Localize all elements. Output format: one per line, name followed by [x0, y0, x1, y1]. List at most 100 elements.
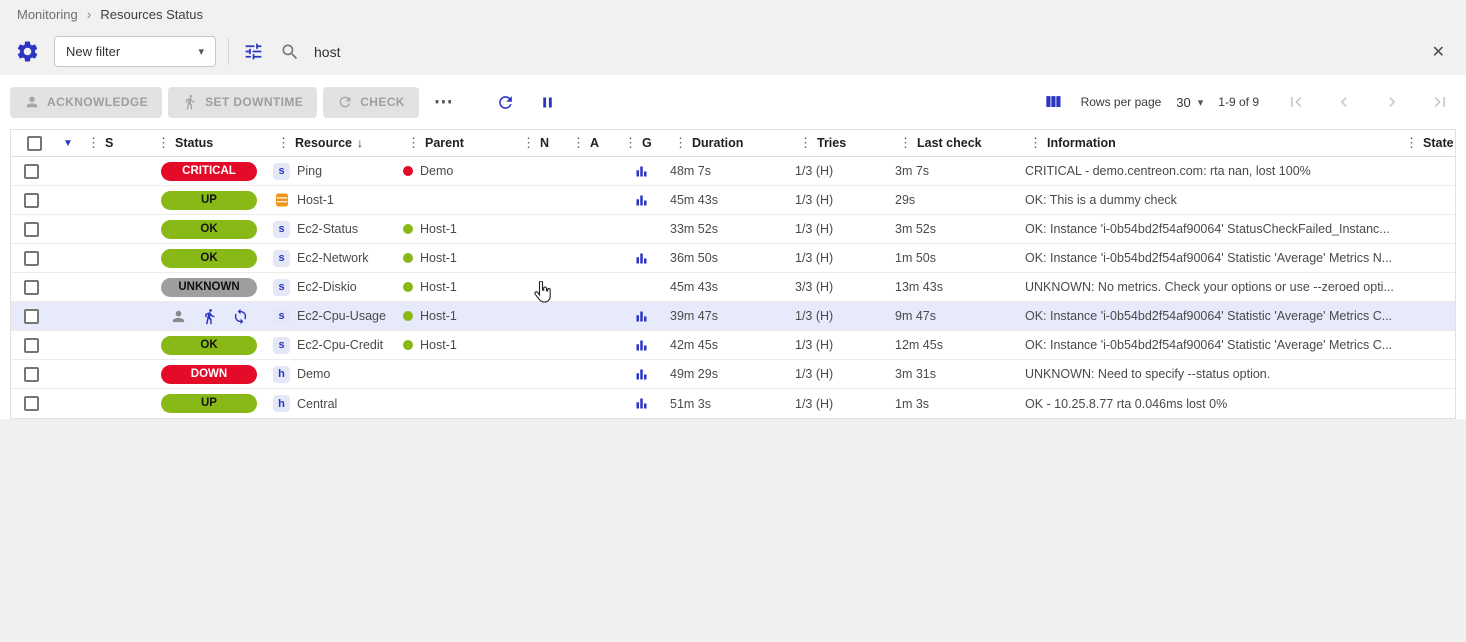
rows-per-page-select[interactable]: 30 ▾: [1176, 95, 1203, 110]
column-drag-handle-icon[interactable]: ⋮: [407, 135, 420, 151]
column-header-resource[interactable]: ⋮Resource↓: [269, 135, 399, 151]
select-all-checkbox[interactable]: [27, 136, 42, 151]
parent-name[interactable]: Host-1: [420, 280, 457, 294]
column-drag-handle-icon[interactable]: ⋮: [522, 135, 535, 151]
search-input[interactable]: [314, 37, 1420, 67]
downtime-icon[interactable]: [201, 308, 218, 325]
sort-desc-icon[interactable]: ↓: [357, 136, 363, 150]
row-checkbox[interactable]: [24, 396, 39, 411]
column-drag-handle-icon[interactable]: ⋮: [1029, 135, 1042, 151]
resource-name[interactable]: Central: [297, 397, 337, 411]
breadcrumb-resources-status[interactable]: Resources Status: [100, 7, 203, 22]
resource-name[interactable]: Ec2-Cpu-Usage: [297, 309, 386, 323]
column-header-duration[interactable]: ⋮Duration: [666, 135, 791, 151]
row-checkbox[interactable]: [24, 280, 39, 295]
row-checkbox[interactable]: [24, 367, 39, 382]
resource-name[interactable]: Demo: [297, 367, 330, 381]
resource-name[interactable]: Ec2-Status: [297, 222, 358, 236]
graph-icon[interactable]: [634, 338, 649, 353]
row-checkbox[interactable]: [24, 164, 39, 179]
check-button[interactable]: CHECK: [323, 87, 419, 118]
parent-name[interactable]: Host-1: [420, 338, 457, 352]
column-drag-handle-icon[interactable]: ⋮: [1405, 135, 1418, 151]
acknowledged-icon[interactable]: [170, 308, 187, 325]
clear-search-icon[interactable]: ✕: [1432, 42, 1445, 62]
table-row[interactable]: OK sEc2-Status Host-1 33m 52s 1/3 (H) 3m…: [11, 215, 1455, 244]
column-header-information[interactable]: ⋮ Information: [1021, 135, 1397, 151]
parent-name[interactable]: Host-1: [420, 222, 457, 236]
resource-name[interactable]: Ec2-Network: [297, 251, 369, 265]
gear-icon[interactable]: [13, 37, 42, 66]
table-row[interactable]: UP hCentral 51m 3s 1/3 (H) 1m 3s OK - 10…: [11, 389, 1455, 418]
column-header-last-check[interactable]: ⋮Last check: [891, 135, 1021, 151]
parent-name[interactable]: Demo: [420, 164, 453, 178]
graph-icon[interactable]: [634, 193, 649, 208]
table-row[interactable]: DOWN hDemo 49m 29s 1/3 (H) 3m 31s UNKNOW…: [11, 360, 1455, 389]
table-row[interactable]: OK sEc2-Cpu-Credit Host-1 42m 45s 1/3 (H…: [11, 331, 1455, 360]
row-checkbox[interactable]: [24, 222, 39, 237]
table-row[interactable]: OK sEc2-Network Host-1 36m 50s 1/3 (H) 1…: [11, 244, 1455, 273]
resource-name[interactable]: Ec2-Diskio: [297, 280, 357, 294]
resource-name[interactable]: Ec2-Cpu-Credit: [297, 338, 383, 352]
status-cell: OK: [149, 336, 269, 355]
acknowledge-button[interactable]: ACKNOWLEDGE: [10, 87, 162, 118]
column-drag-handle-icon[interactable]: ⋮: [799, 135, 812, 151]
previous-page-icon[interactable]: [1334, 92, 1354, 112]
columns-settings-icon[interactable]: [1040, 89, 1066, 115]
column-header-n[interactable]: ⋮N: [514, 135, 564, 151]
column-header-label: Parent: [425, 136, 464, 150]
row-checkbox[interactable]: [24, 251, 39, 266]
table-header-row: ▼ ⋮S⋮Status⋮Resource↓⋮Parent⋮N⋮A⋮G⋮Durat…: [11, 130, 1455, 157]
column-drag-handle-icon[interactable]: ⋮: [87, 135, 100, 151]
column-drag-handle-icon[interactable]: ⋮: [674, 135, 687, 151]
column-header-s[interactable]: ⋮S: [79, 135, 149, 151]
sync-icon[interactable]: [232, 308, 249, 325]
table-row[interactable]: UP Host-1 45m 43s 1/3 (H) 29s OK: This i…: [11, 186, 1455, 215]
tries-cell: 1/3 (H): [791, 222, 891, 236]
tries-cell: 1/3 (H): [791, 397, 891, 411]
resource-name[interactable]: Host-1: [297, 193, 334, 207]
row-checkbox[interactable]: [24, 193, 39, 208]
parent-name[interactable]: Host-1: [420, 309, 457, 323]
dropdown-caret-icon[interactable]: ▼: [63, 138, 73, 149]
first-page-icon[interactable]: [1286, 92, 1306, 112]
column-drag-handle-icon[interactable]: ⋮: [572, 135, 585, 151]
column-drag-handle-icon[interactable]: ⋮: [277, 135, 290, 151]
next-page-icon[interactable]: [1382, 92, 1402, 112]
row-checkbox[interactable]: [24, 309, 39, 324]
column-header-state[interactable]: ⋮ State: [1397, 135, 1455, 151]
duration-cell: 51m 3s: [666, 397, 791, 411]
table-row[interactable]: CRITICAL sPing Demo 48m 7s 1/3 (H) 3m 7s…: [11, 157, 1455, 186]
last-page-icon[interactable]: [1430, 92, 1450, 112]
row-checkbox[interactable]: [24, 338, 39, 353]
parent-name[interactable]: Host-1: [420, 251, 457, 265]
tune-icon[interactable]: [241, 39, 266, 64]
more-actions-button[interactable]: ⋯: [425, 91, 463, 114]
column-header-a[interactable]: ⋮A: [564, 135, 616, 151]
column-header-label: Information: [1047, 136, 1116, 150]
last-check-cell: 29s: [891, 193, 1021, 207]
column-drag-handle-icon[interactable]: ⋮: [624, 135, 637, 151]
column-drag-handle-icon[interactable]: ⋮: [157, 135, 170, 151]
column-header-tries[interactable]: ⋮ Tries: [791, 135, 891, 151]
breadcrumb-monitoring[interactable]: Monitoring: [17, 7, 78, 22]
table-row[interactable]: UNKNOWN sEc2-Diskio Host-1 45m 43s 3/3 (…: [11, 273, 1455, 302]
column-header-status[interactable]: ⋮Status: [149, 135, 269, 151]
set-downtime-button[interactable]: SET DOWNTIME: [168, 87, 317, 118]
resource-name[interactable]: Ping: [297, 164, 322, 178]
parent-cell: Host-1: [399, 338, 514, 352]
graph-icon[interactable]: [634, 164, 649, 179]
refresh-icon[interactable]: [493, 90, 518, 115]
column-drag-handle-icon[interactable]: ⋮: [899, 135, 912, 151]
graph-icon[interactable]: [634, 309, 649, 324]
graph-icon[interactable]: [634, 251, 649, 266]
graph-icon[interactable]: [634, 367, 649, 382]
table-row[interactable]: sEc2-Cpu-Usage Host-1 39m 47s 1/3 (H) 9m…: [11, 302, 1455, 331]
column-header-label: State: [1423, 136, 1454, 150]
graph-icon[interactable]: [634, 396, 649, 411]
column-header-parent[interactable]: ⋮ Parent: [399, 135, 514, 151]
column-header-g[interactable]: ⋮G: [616, 135, 666, 151]
pause-icon[interactable]: [536, 91, 559, 114]
filter-select[interactable]: New filter ▾: [54, 36, 216, 67]
column-header-label: Tries: [817, 136, 846, 150]
